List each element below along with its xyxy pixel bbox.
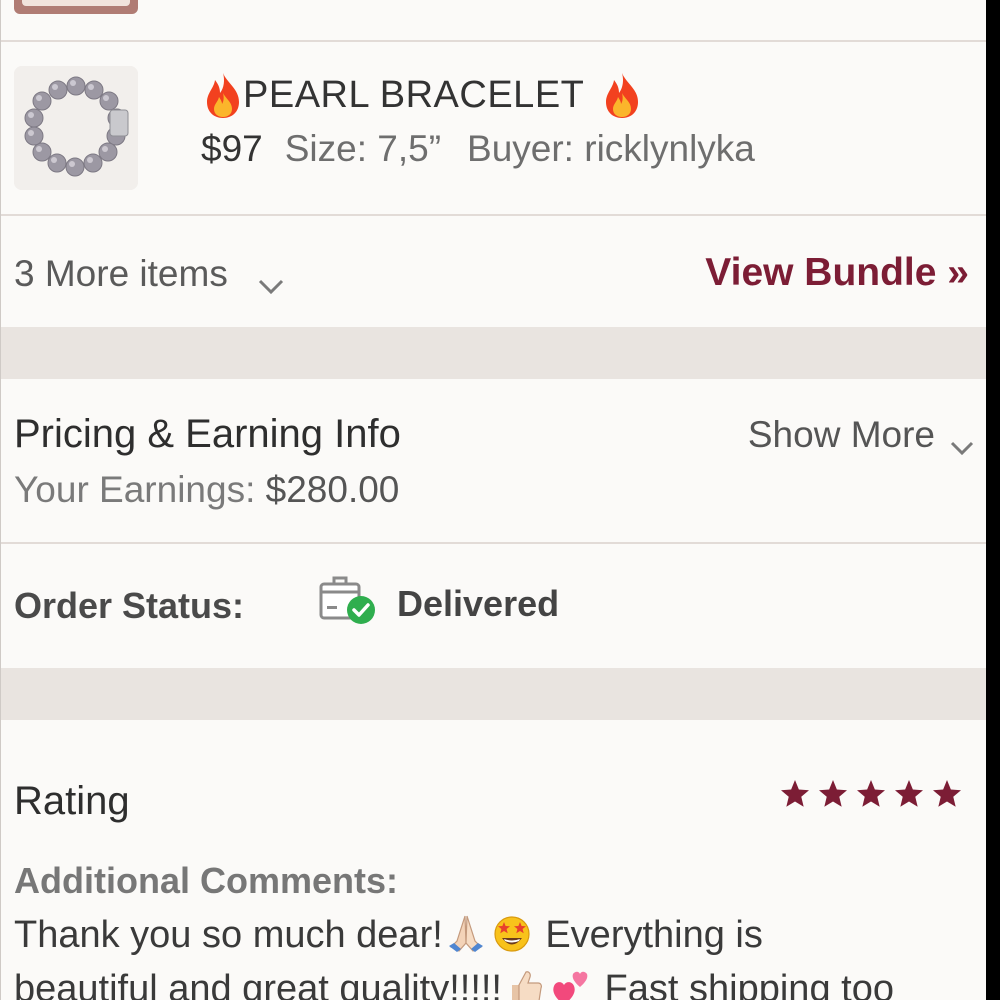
comment-text-segment: Fast shipping too xyxy=(594,968,894,1000)
fire-icon xyxy=(602,71,642,119)
earnings-value: $280.00 xyxy=(265,469,400,510)
section-separator xyxy=(1,327,987,379)
star-struck-emoji-icon xyxy=(491,913,533,953)
star-icon xyxy=(819,780,847,807)
pricing-section-title: Pricing & Earning Info xyxy=(14,412,401,456)
product-size: Size: 7,5” xyxy=(284,128,442,169)
earnings-row: Your Earnings: $280.00 xyxy=(14,464,399,516)
product-title[interactable]: PEARL BRACELET xyxy=(203,66,642,124)
divider xyxy=(1,214,987,216)
previous-item-thumbnail[interactable] xyxy=(14,0,138,14)
show-more-label: Show More xyxy=(747,414,935,455)
section-separator xyxy=(1,668,987,720)
additional-comments-label: Additional Comments: xyxy=(14,860,398,901)
comment-text-segment: beautiful and great quality!!!!! xyxy=(14,968,502,1000)
earnings-label: Your Earnings: xyxy=(14,469,256,510)
comment-text-segment: Thank you so much dear! xyxy=(14,914,443,956)
chevron-down-icon xyxy=(256,264,286,295)
star-icon xyxy=(933,780,961,807)
praying-hands-emoji-icon xyxy=(445,913,487,953)
star-icon xyxy=(781,780,809,807)
package-delivered-icon xyxy=(318,574,380,628)
comment-line: beautiful and great quality!!!!! Fast sh… xyxy=(14,962,986,1000)
view-bundle-link[interactable]: View Bundle » xyxy=(705,246,969,300)
more-items-toggle[interactable]: 3 More items xyxy=(14,248,286,300)
divider xyxy=(1,542,987,544)
two-hearts-emoji-icon xyxy=(550,967,592,1000)
buyer-name[interactable]: Buyer: ricklynlyka xyxy=(467,128,755,170)
pearl-bracelet-thumbnail[interactable] xyxy=(14,66,138,190)
divider xyxy=(1,40,987,42)
product-price: $97 xyxy=(201,128,263,169)
order-details-screen: PEARL BRACELET $97 Size: 7,5” Buyer: ric… xyxy=(0,0,987,1000)
star-icon xyxy=(857,780,885,807)
rating-section-title: Rating xyxy=(14,779,130,823)
order-status-label: Order Status: xyxy=(14,585,245,626)
buyer-comment: Thank you so much dear! Everything is be… xyxy=(14,908,986,1000)
order-status-value: Delivered xyxy=(397,583,560,624)
comment-text-segment: Everything is xyxy=(534,914,763,956)
more-items-label: 3 More items xyxy=(14,253,228,294)
show-more-button[interactable]: Show More xyxy=(748,410,975,460)
product-title-text: PEARL BRACELET xyxy=(243,73,585,116)
chevron-down-icon xyxy=(949,425,975,456)
star-icon xyxy=(895,780,923,807)
pearl-bracelet-photo xyxy=(14,66,138,190)
thumbs-up-emoji-icon xyxy=(504,967,546,1000)
comment-line: Thank you so much dear! Everything is xyxy=(14,908,986,962)
rating-stars xyxy=(779,778,963,810)
fire-icon xyxy=(203,71,243,119)
screen-edge xyxy=(986,0,1000,1000)
product-meta: $97 Size: 7,5” Buyer: ricklynlyka xyxy=(201,124,755,174)
